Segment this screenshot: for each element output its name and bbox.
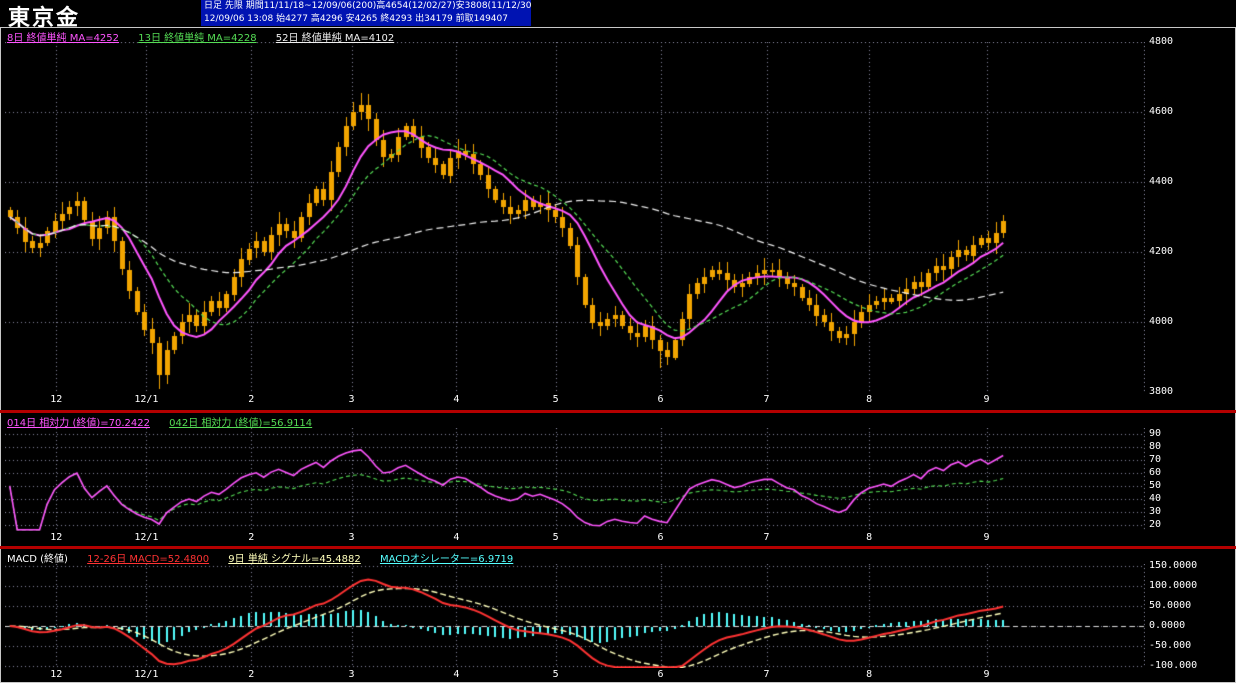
x-tick-label: 7 [763, 669, 770, 680]
x-tick-label: 2 [248, 532, 255, 543]
x-tick-label: 4 [453, 394, 460, 405]
y-tick-label: 80 [1149, 441, 1162, 453]
rsi-line-canvas[interactable] [5, 428, 1145, 531]
x-tick-label: 5 [552, 532, 559, 543]
x-tick-label: 2 [248, 669, 255, 680]
macd-y-axis-labels: 150.0000 100.0000 50.0000 0.0000 -50.000 -100… [1149, 549, 1231, 682]
x-tick-label: 9 [983, 532, 990, 543]
macd-x-axis-labels: 12 12/1 2 3 4 5 6 7 8 9 [5, 669, 1145, 682]
y-tick-label: 20 [1149, 518, 1162, 530]
y-tick-label: 3800 [1149, 386, 1174, 397]
macd-title-label: MACD (終値) [7, 554, 68, 565]
x-tick-label: 12/1 [134, 532, 159, 543]
price-candlestick-canvas[interactable] [5, 42, 1145, 392]
x-tick-label: 8 [866, 532, 873, 543]
x-tick-label: 2 [248, 394, 255, 405]
chart-app-window: 東京金 日足 先限 期間11/11/18~12/09/06(200)高4654(… [0, 0, 1236, 683]
x-tick-label: 3 [348, 394, 355, 405]
rsi-y-axis-labels: 90 80 70 60 50 40 30 20 [1149, 413, 1231, 546]
macd-osc-legend-label[interactable]: MACDオシレーター=6.9719 [380, 554, 513, 565]
rsi42-legend-label[interactable]: 042日 相対力 (終値)=56.9114 [169, 418, 312, 429]
y-tick-label: 0.0000 [1149, 620, 1186, 631]
y-tick-label: 60 [1149, 467, 1162, 479]
y-tick-label: 30 [1149, 505, 1162, 517]
rsi14-legend-label[interactable]: 014日 相対力 (終値)=70.2422 [7, 418, 150, 429]
y-tick-label: 150.0000 [1149, 560, 1198, 571]
x-tick-label: 5 [552, 669, 559, 680]
x-tick-label: 9 [983, 669, 990, 680]
x-tick-label: 12 [50, 532, 63, 543]
y-tick-label: 40 [1149, 492, 1162, 504]
rsi-panel: 014日 相対力 (終値)=70.2422 042日 相対力 (終値)=56.9… [0, 413, 1236, 546]
x-tick-label: 3 [348, 532, 355, 543]
y-tick-label: 90 [1149, 428, 1162, 440]
y-tick-label: 4400 [1149, 176, 1174, 187]
x-tick-label: 12 [50, 394, 63, 405]
chart-info-line1: 日足 先限 期間11/11/18~12/09/06(200)高4654(12/0… [201, 0, 531, 13]
x-tick-label: 12 [50, 669, 63, 680]
y-tick-label: 4000 [1149, 316, 1174, 327]
y-tick-label: 4200 [1149, 246, 1174, 257]
macd-panel: MACD (終値) 12-26日 MACD=52.4800 9日 単純 シグナル… [0, 549, 1236, 683]
x-tick-label: 5 [552, 394, 559, 405]
x-tick-label: 3 [348, 669, 355, 680]
macd-legend: MACD (終値) 12-26日 MACD=52.4800 9日 単純 シグナル… [7, 550, 529, 565]
price-x-axis-labels: 12 12/1 2 3 4 5 6 7 8 9 [5, 394, 1145, 407]
x-tick-label: 9 [983, 394, 990, 405]
macd-line-legend-label[interactable]: 12-26日 MACD=52.4800 [87, 554, 209, 565]
x-tick-label: 6 [657, 669, 664, 680]
ma13-legend-label[interactable]: 13日 終値単純 MA=4228 [138, 33, 256, 44]
x-tick-label: 7 [763, 532, 770, 543]
price-legend: 8日 終値単純 MA=4252 13日 終値単純 MA=4228 52日 終値単… [7, 29, 410, 44]
y-tick-label: 4800 [1149, 36, 1174, 47]
macd-canvas[interactable] [5, 564, 1145, 668]
rsi-x-axis-labels: 12 12/1 2 3 4 5 6 7 8 9 [5, 532, 1145, 545]
y-tick-label: 100.0000 [1149, 580, 1198, 591]
ma8-legend-label[interactable]: 8日 終値単純 MA=4252 [7, 33, 119, 44]
x-tick-label: 12/1 [134, 669, 159, 680]
price-panel: 8日 終値単純 MA=4252 13日 終値単純 MA=4228 52日 終値単… [0, 27, 1236, 410]
rsi-legend: 014日 相対力 (終値)=70.2422 042日 相対力 (終値)=56.9… [7, 414, 328, 429]
ma52-legend-label[interactable]: 52日 終値単純 MA=4102 [276, 33, 394, 44]
chart-info-line2: 12/09/06 13:08 始4277 高4296 安4265 終4293 出… [201, 13, 531, 26]
y-tick-label: -50.000 [1149, 640, 1192, 651]
price-y-axis-labels: 4800 4600 4400 4200 4000 3800 [1149, 28, 1231, 410]
x-tick-label: 6 [657, 394, 664, 405]
x-tick-label: 4 [453, 669, 460, 680]
y-tick-label: 70 [1149, 454, 1162, 466]
y-tick-label: 4600 [1149, 106, 1174, 117]
x-tick-label: 4 [453, 532, 460, 543]
macd-signal-legend-label[interactable]: 9日 単純 シグナル=45.4882 [228, 554, 360, 565]
x-tick-label: 12/1 [134, 394, 159, 405]
x-tick-label: 8 [866, 669, 873, 680]
y-tick-label: 50.0000 [1149, 600, 1192, 611]
y-tick-label: 50 [1149, 479, 1162, 491]
x-tick-label: 6 [657, 532, 664, 543]
y-tick-label: -100.000 [1149, 660, 1198, 671]
x-tick-label: 7 [763, 394, 770, 405]
x-tick-label: 8 [866, 394, 873, 405]
